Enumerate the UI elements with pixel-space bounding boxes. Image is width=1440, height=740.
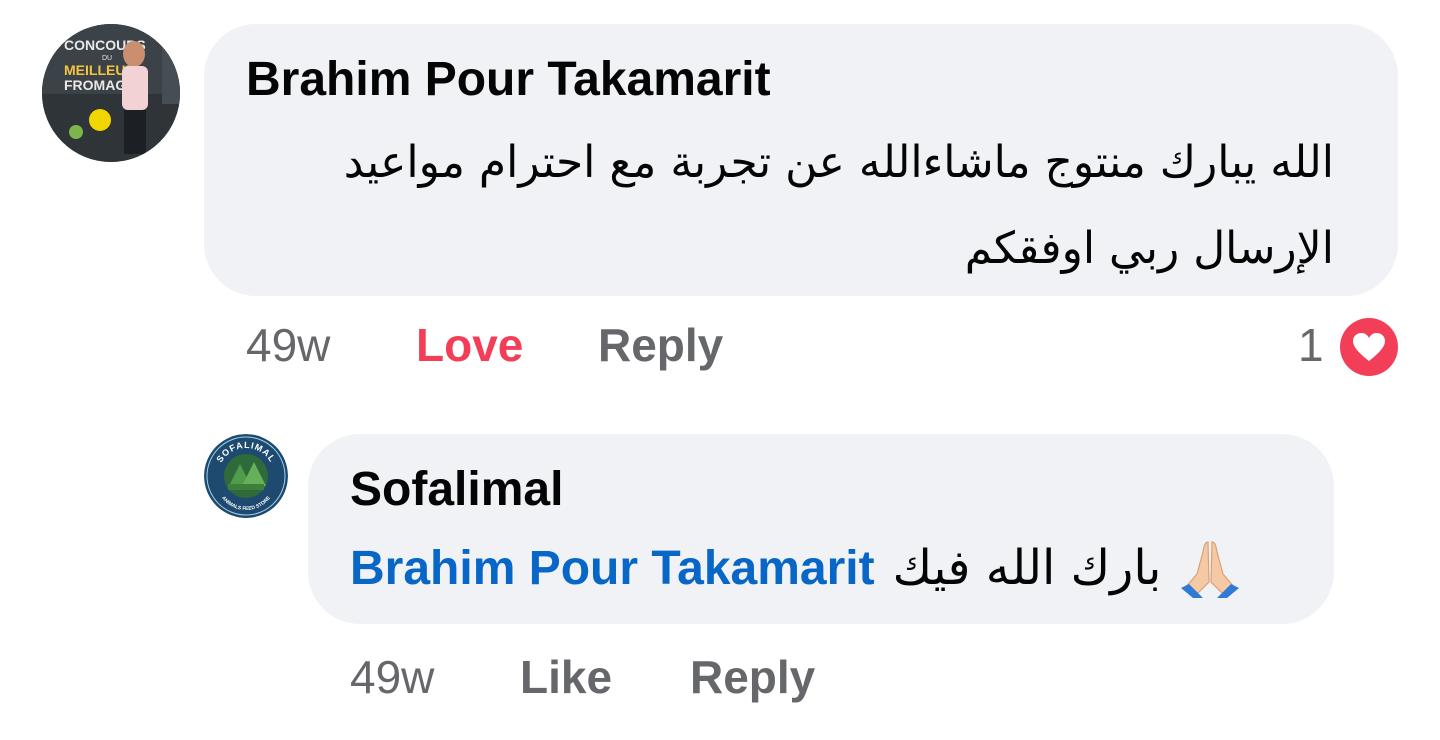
reply-timestamp[interactable]: 49w — [350, 650, 434, 704]
heart-glyph — [1353, 333, 1385, 361]
comment-text: الله يبارك منتوج ماشاءالله عن تجربة مع ا… — [343, 137, 1334, 274]
avatar-sign-line-2: DU — [102, 55, 112, 62]
commenter-avatar[interactable]: CONCOURS DU MEILLEUR FROMAGE — [42, 24, 180, 162]
comment-author-name[interactable]: Brahim Pour Takamarit — [246, 52, 771, 107]
comment-actions: 49w Love Reply 1 — [0, 318, 1440, 378]
reply-author-name[interactable]: Sofalimal — [350, 462, 563, 517]
love-reaction-button[interactable]: Love — [416, 318, 523, 372]
page-avatar[interactable]: SOFALIMAL ANIMALS FEED STORE — [204, 434, 288, 518]
reaction-count[interactable]: 1 — [1298, 318, 1324, 372]
comment-timestamp[interactable]: 49w — [246, 318, 330, 372]
reply-button-2[interactable]: Reply — [690, 650, 815, 704]
reply-actions: 49w Like Reply — [0, 650, 1440, 710]
reply-button[interactable]: Reply — [598, 318, 723, 372]
sofalimal-logo: SOFALIMAL ANIMALS FEED STORE — [204, 434, 288, 518]
reply-text: بارك الله فيك — [892, 540, 1162, 596]
avatar-photo: CONCOURS DU MEILLEUR FROMAGE — [42, 24, 180, 162]
reply-content: Brahim Pour Takamarit بارك الله فيك — [350, 538, 1243, 598]
mention-link[interactable]: Brahim Pour Takamarit — [350, 541, 875, 596]
comment-thread: CONCOURS DU MEILLEUR FROMAGE Brahim Pour… — [0, 0, 1440, 740]
praying-hands-icon — [1177, 538, 1243, 598]
heart-icon[interactable] — [1340, 318, 1398, 376]
like-button[interactable]: Like — [520, 650, 612, 704]
